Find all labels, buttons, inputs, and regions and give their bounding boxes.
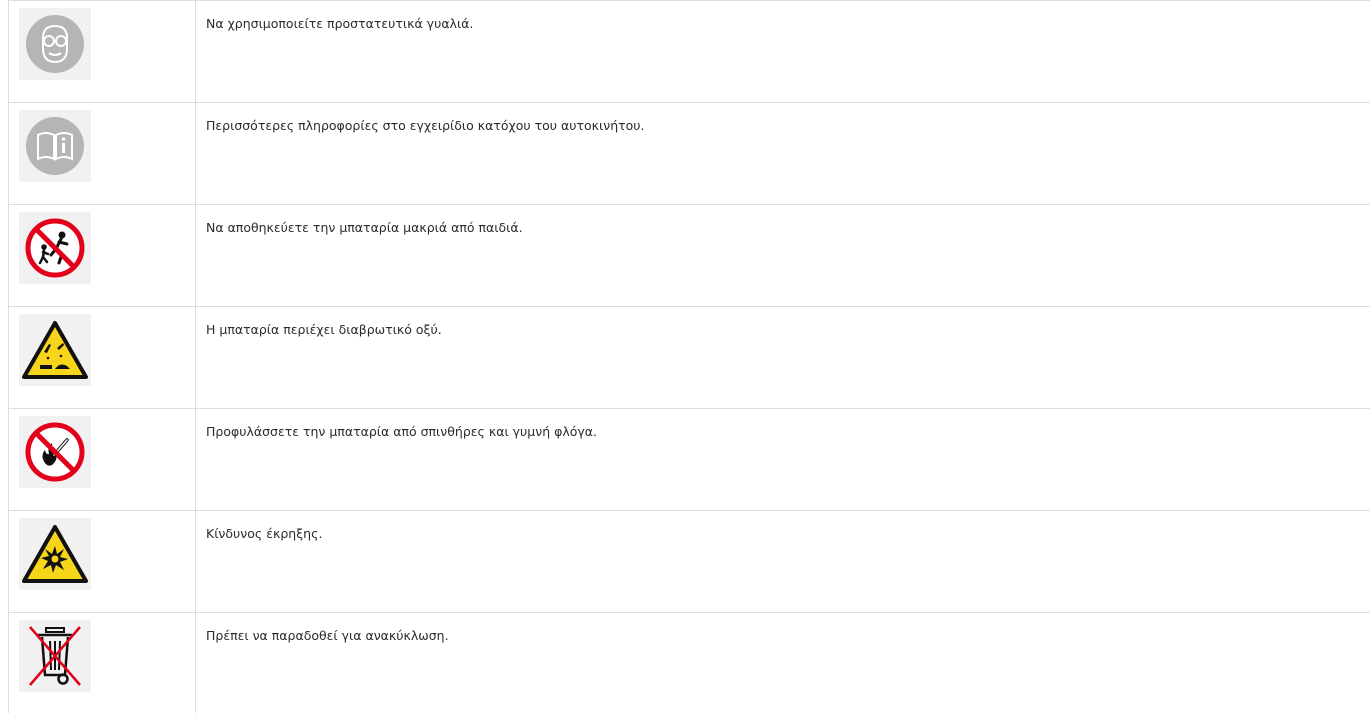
icon-cell bbox=[9, 613, 196, 713]
icon-cell bbox=[9, 409, 196, 510]
row-text: Να αποθηκεύετε την μπαταρία μακριά από π… bbox=[206, 220, 523, 235]
table-row: Να αποθηκεύετε την μπαταρία μακριά από π… bbox=[9, 205, 1370, 307]
table-row: Η μπαταρία περιέχει διαβρωτικό οξύ. bbox=[9, 307, 1370, 409]
icon-cell bbox=[9, 307, 196, 408]
safety-goggles-icon bbox=[19, 8, 91, 80]
row-text: Πρέπει να παραδοθεί για ανακύκλωση. bbox=[206, 628, 449, 643]
recycle-no-bin-icon bbox=[19, 620, 91, 692]
owner-manual-icon bbox=[19, 110, 91, 182]
icon-cell bbox=[9, 511, 196, 612]
table-row: Να χρησιμοποιείτε προστατευτικά γυαλιά. bbox=[9, 1, 1370, 103]
table-row: Περισσότερες πληροφορίες στο εγχειρίδιο … bbox=[9, 103, 1370, 205]
explosion-warning-icon bbox=[19, 518, 91, 590]
keep-away-from-children-icon bbox=[19, 212, 91, 284]
row-text: Περισσότερες πληροφορίες στο εγχειρίδιο … bbox=[206, 118, 645, 133]
row-text: Κίνδυνος έκρηξης. bbox=[206, 526, 323, 541]
table-row: Κίνδυνος έκρηξης. bbox=[9, 511, 1370, 613]
row-text: Η μπαταρία περιέχει διαβρωτικό οξύ. bbox=[206, 322, 442, 337]
icon-cell bbox=[9, 103, 196, 204]
corrosive-warning-icon bbox=[19, 314, 91, 386]
row-text: Προφυλάσσετε την μπαταρία από σπινθήρες … bbox=[206, 424, 598, 439]
no-sparks-open-flame-icon bbox=[19, 416, 91, 488]
symbols-table: Να χρησιμοποιείτε προστατευτικά γυαλιά. … bbox=[8, 0, 1370, 713]
table-row: Προφυλάσσετε την μπαταρία από σπινθήρες … bbox=[9, 409, 1370, 511]
row-text: Να χρησιμοποιείτε προστατευτικά γυαλιά. bbox=[206, 16, 474, 31]
table-row: Πρέπει να παραδοθεί για ανακύκλωση. bbox=[9, 613, 1370, 713]
icon-cell bbox=[9, 1, 196, 102]
icon-cell bbox=[9, 205, 196, 306]
